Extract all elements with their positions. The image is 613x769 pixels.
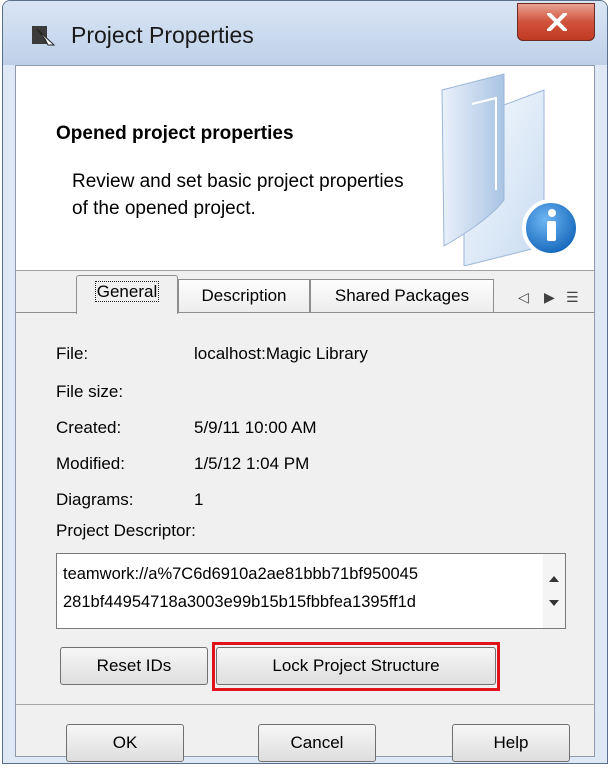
tab-scroll-left-icon[interactable]: ◁: [518, 289, 529, 306]
project-properties-icon: [441, 73, 580, 266]
created-label: Created:: [56, 418, 122, 437]
descriptor-scrollbar[interactable]: [543, 554, 565, 628]
footer-divider: [16, 704, 594, 705]
diagrams-label: Diagrams:: [56, 490, 134, 509]
project-descriptor-text[interactable]: teamwork://a%7C6d6910a2ae81bbb71bf950045…: [63, 560, 533, 616]
window-title: Project Properties: [71, 22, 254, 48]
tab-description-label: Description: [201, 286, 287, 305]
tab-scroll-right-icon[interactable]: ▶: [544, 289, 555, 306]
tab-general-label: General: [94, 281, 160, 302]
lock-structure-highlight: [212, 642, 500, 691]
tab-description[interactable]: Description: [178, 279, 310, 313]
file-value: localhost:Magic Library: [194, 344, 368, 363]
file-label: File:: [56, 344, 89, 363]
tab-strip: General Description Shared Packages ◁ ▶ …: [16, 273, 594, 314]
title-bar[interactable]: Project Properties: [3, 1, 607, 65]
scroll-down-arrow-icon[interactable]: [549, 600, 559, 606]
project-descriptor-field[interactable]: teamwork://a%7C6d6910a2ae81bbb71bf950045…: [56, 553, 566, 629]
tab-general[interactable]: General: [76, 275, 178, 314]
header-description: Review and set basic project properties …: [72, 171, 404, 219]
modified-label: Modified:: [56, 454, 125, 473]
modified-value: 1/5/12 1:04 PM: [194, 454, 310, 473]
scroll-up-arrow-icon[interactable]: [549, 576, 559, 582]
dialog-header: Opened project properties Review and set…: [16, 66, 594, 271]
app-icon: [32, 26, 56, 46]
created-value: 5/9/11 10:00 AM: [194, 418, 317, 437]
close-icon: [547, 13, 567, 31]
tab-shared-packages-label: Shared Packages: [334, 286, 470, 305]
cancel-button[interactable]: Cancel: [258, 724, 376, 762]
help-button[interactable]: Help: [452, 724, 570, 762]
file-size-label: File size:: [56, 382, 124, 401]
header-title: Opened project properties: [56, 123, 294, 144]
dialog-client-area: Opened project properties Review and set…: [15, 65, 595, 762]
project-descriptor-label: Project Descriptor:: [56, 521, 196, 540]
tab-shared-packages[interactable]: Shared Packages: [310, 279, 494, 313]
tab-list-menu-icon[interactable]: ☰: [566, 289, 579, 306]
project-properties-dialog: Project Properties Opened project proper…: [2, 0, 608, 764]
reset-ids-button[interactable]: Reset IDs: [60, 647, 208, 685]
close-button[interactable]: [517, 3, 595, 41]
diagrams-value: 1: [194, 490, 204, 509]
ok-button[interactable]: OK: [66, 724, 184, 762]
